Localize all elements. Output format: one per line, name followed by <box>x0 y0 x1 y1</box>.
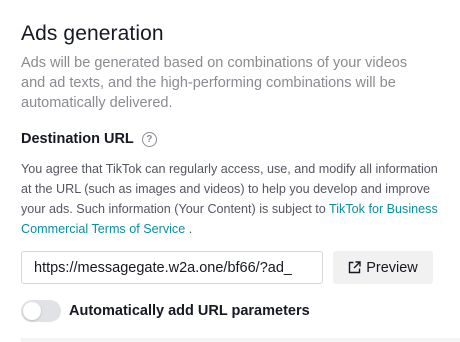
consent-end: . <box>188 222 193 236</box>
external-link-icon <box>349 261 361 274</box>
destination-url-label: Destination URL <box>21 131 134 147</box>
destination-url-input[interactable] <box>21 251 323 284</box>
consent-text: You agree that TikTok can regularly acce… <box>21 159 439 239</box>
next-section-edge <box>21 338 460 342</box>
url-parameters-toggle[interactable] <box>21 300 61 322</box>
ads-generation-panel: Ads generation Ads will be generated bas… <box>0 0 460 342</box>
preview-button[interactable]: Preview <box>333 251 433 284</box>
question-circle-icon[interactable]: ? <box>141 131 157 147</box>
section-description: Ads will be generated based on combinati… <box>21 55 408 111</box>
url-parameters-row: Automatically add URL parameters <box>21 300 310 322</box>
url-parameters-label: Automatically add URL parameters <box>69 303 310 319</box>
section-title: Ads generation <box>21 22 164 45</box>
destination-url-label-row: Destination URL ? <box>21 131 157 147</box>
toggle-knob <box>23 302 41 320</box>
preview-label: Preview <box>366 259 418 276</box>
